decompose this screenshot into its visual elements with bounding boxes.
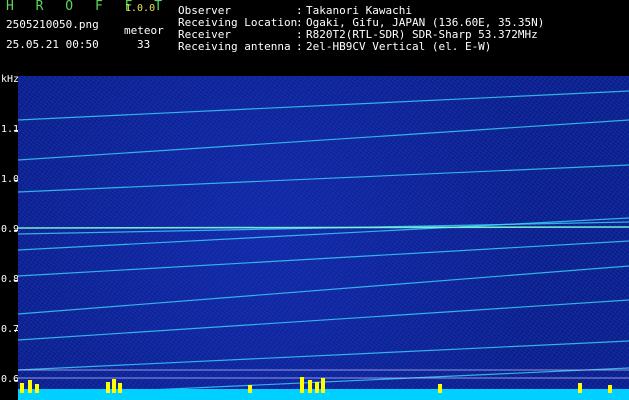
doppler-trace [18, 265, 629, 315]
spectrogram-traces [18, 90, 629, 400]
date-time: 25.05.21 00:50 [6, 38, 99, 51]
y-axis-unit: kHz [1, 74, 20, 85]
meteor-peak [321, 378, 325, 393]
info-key-antenna: Receiving antenna [178, 40, 291, 53]
meteor-peak [308, 380, 312, 393]
header-panel: H R O F F T 1.0.0 2505210050.png 25.05.2… [0, 0, 629, 74]
info-value-antenna: 2el-HB9CV Vertical (el. E-W) [306, 40, 492, 53]
meteor-peak [248, 385, 252, 393]
carrier-line [18, 226, 629, 229]
doppler-trace [18, 90, 629, 121]
meteor-label: meteor [124, 24, 164, 37]
doppler-trace [18, 240, 629, 277]
meteor-peak [608, 385, 612, 393]
meteor-peak [112, 379, 116, 393]
meteor-peak [106, 382, 110, 393]
meteor-peak [20, 383, 24, 393]
meteor-peak [578, 383, 582, 393]
spectrogram-plot [18, 76, 629, 400]
meteor-peak [28, 380, 32, 393]
meteor-peak [438, 384, 442, 393]
doppler-trace [18, 299, 629, 341]
meteor-peak [315, 382, 319, 393]
meteor-peak [300, 377, 304, 393]
doppler-trace [18, 119, 629, 161]
meteor-peak [35, 384, 39, 393]
doppler-trace [18, 164, 629, 193]
meteor-peak [118, 383, 122, 393]
file-name: 2505210050.png [6, 18, 99, 31]
doppler-trace [18, 340, 629, 371]
info-colon: : [296, 40, 303, 53]
meteor-count: 33 [137, 38, 151, 51]
app-version: 1.0.0 [125, 3, 156, 14]
doppler-trace [18, 217, 629, 251]
